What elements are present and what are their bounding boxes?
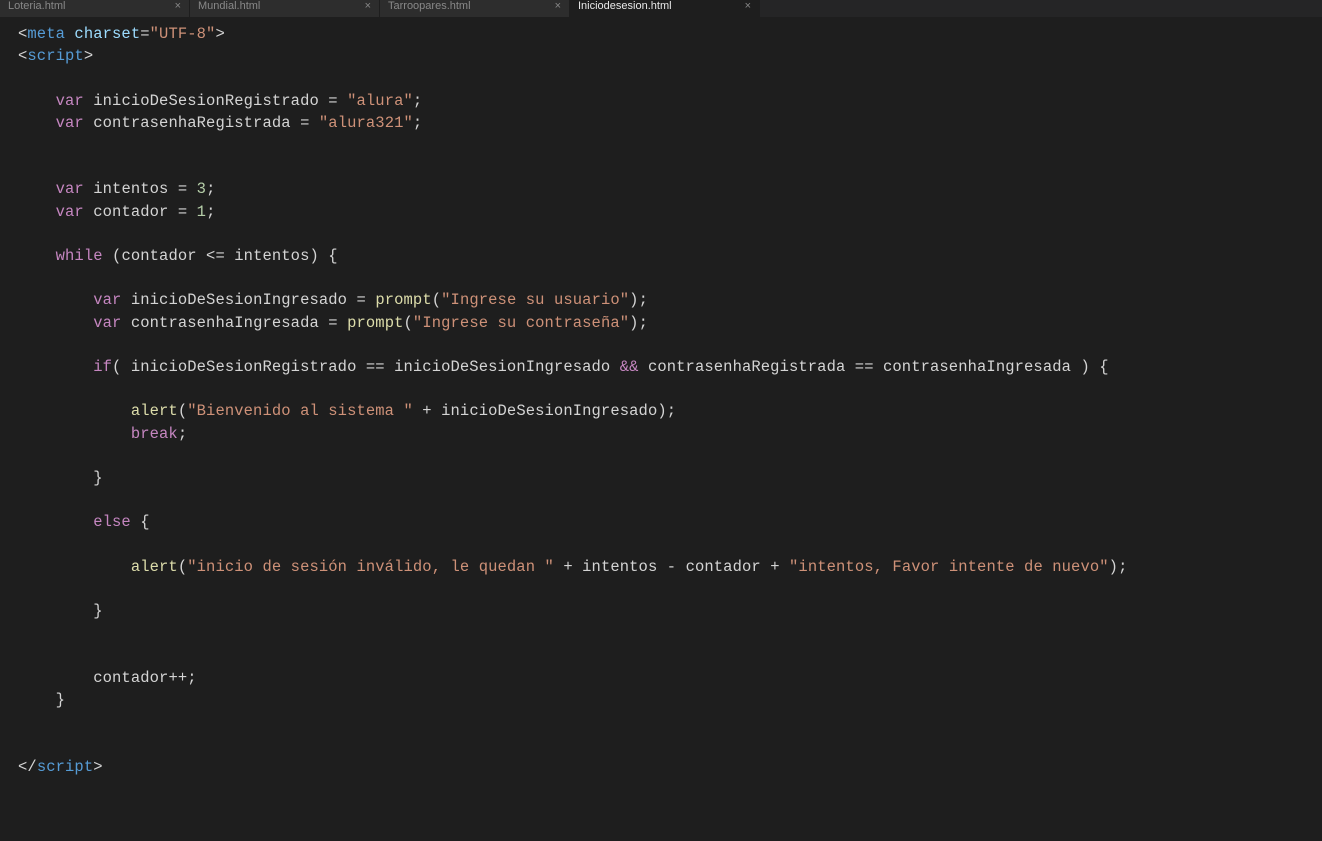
code-line: }	[18, 467, 1322, 489]
tab-label: Loteria.html	[8, 0, 167, 12]
code-editor[interactable]: <meta charset="UTF-8"> <script> var inic…	[0, 17, 1322, 841]
code-line: </script>	[18, 756, 1322, 778]
code-line	[18, 378, 1322, 400]
code-line	[18, 445, 1322, 467]
tab-bar: Loteria.html × Mundial.html × Tarroopare…	[0, 0, 1322, 17]
tab-iniciodesesion[interactable]: Iniciodesesion.html ×	[570, 0, 760, 17]
code-line: var contrasenhaIngresada = prompt("Ingre…	[18, 312, 1322, 334]
code-line: contador++;	[18, 667, 1322, 689]
code-line: if( inicioDeSesionRegistrado == inicioDe…	[18, 356, 1322, 378]
code-line	[18, 711, 1322, 733]
code-line: <meta charset="UTF-8">	[18, 23, 1322, 45]
code-line: }	[18, 600, 1322, 622]
code-line: break;	[18, 423, 1322, 445]
code-line	[18, 156, 1322, 178]
tab-mundial[interactable]: Mundial.html ×	[190, 0, 380, 17]
code-line: var inicioDeSesionRegistrado = "alura";	[18, 90, 1322, 112]
code-line	[18, 489, 1322, 511]
code-line	[18, 334, 1322, 356]
tab-loteria[interactable]: Loteria.html ×	[0, 0, 190, 17]
code-line	[18, 622, 1322, 644]
code-line: var inicioDeSesionIngresado = prompt("In…	[18, 289, 1322, 311]
tab-label: Tarroopares.html	[388, 0, 547, 12]
tab-label: Mundial.html	[198, 0, 357, 12]
code-line: else {	[18, 511, 1322, 533]
code-line: alert("Bienvenido al sistema " + inicioD…	[18, 400, 1322, 422]
code-line	[18, 223, 1322, 245]
close-icon[interactable]: ×	[357, 0, 371, 12]
code-line	[18, 267, 1322, 289]
code-line: var contrasenhaRegistrada = "alura321";	[18, 112, 1322, 134]
close-icon[interactable]: ×	[167, 0, 181, 12]
code-line	[18, 67, 1322, 89]
code-line: var intentos = 3;	[18, 178, 1322, 200]
tab-label: Iniciodesesion.html	[578, 0, 737, 12]
code-line: }	[18, 689, 1322, 711]
close-icon[interactable]: ×	[737, 0, 751, 12]
close-icon[interactable]: ×	[547, 0, 561, 12]
code-line	[18, 534, 1322, 556]
tab-bar-filler	[760, 0, 1322, 17]
code-line: alert("inicio de sesión inválido, le que…	[18, 556, 1322, 578]
code-line	[18, 578, 1322, 600]
code-line: while (contador <= intentos) {	[18, 245, 1322, 267]
editor-window: Loteria.html × Mundial.html × Tarroopare…	[0, 0, 1322, 841]
code-line	[18, 645, 1322, 667]
code-line	[18, 134, 1322, 156]
tab-tarroopares[interactable]: Tarroopares.html ×	[380, 0, 570, 17]
code-line	[18, 734, 1322, 756]
code-line: var contador = 1;	[18, 201, 1322, 223]
code-line: <script>	[18, 45, 1322, 67]
